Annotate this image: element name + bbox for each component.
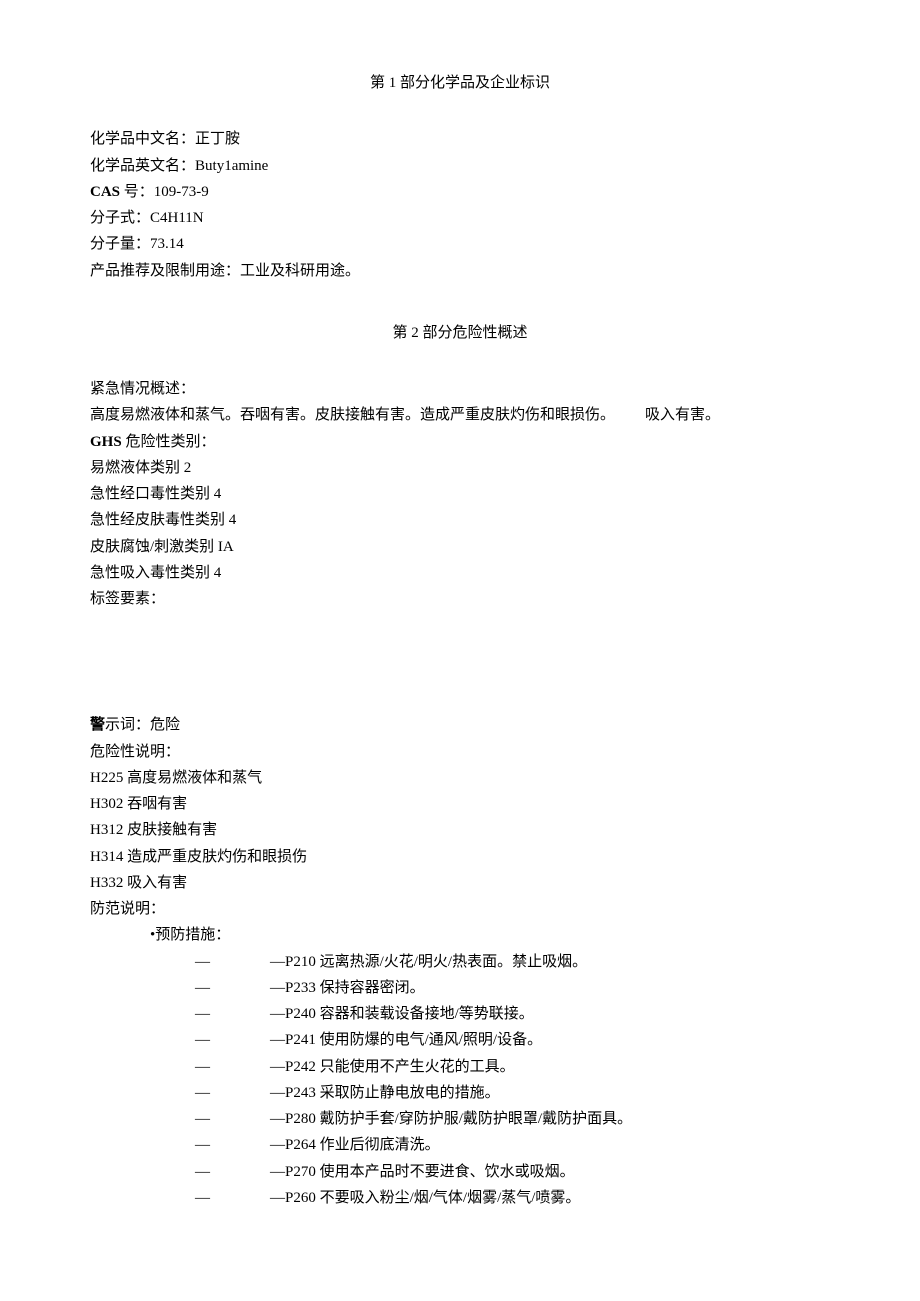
dash-icon: — [195,1001,270,1027]
dash-icon: — [195,1159,270,1185]
prevention-item: ——P241 使用防爆的电气/通风/照明/设备。 [195,1027,830,1053]
prevention-item-text: —P270 使用本产品时不要进食、饮水或吸烟。 [270,1164,575,1180]
field-name-cn-value: 正丁胺 [195,131,240,147]
dash-icon: — [195,1027,270,1053]
prevention-item-text: —P242 只能使用不产生火花的工具。 [270,1059,515,1075]
prevention-item-text: —P243 采取防止静电放电的措施。 [270,1085,500,1101]
field-formula-label: 分子式： [90,210,150,226]
field-name-en-label: 化学品英文名： [90,158,195,174]
prevention-item: ——P264 作业后彻底清洗。 [195,1132,830,1158]
section-1-title: 第 1 部分化学品及企业标识 [90,70,830,96]
field-cas: CAS 号：109-73-9 [90,179,830,205]
signal-word: 警示词：危险 [90,712,830,738]
hazard-statement-item: H225 高度易燃液体和蒸气 [90,765,830,791]
hazard-statement-item: H314 造成严重皮肤灼伤和眼损伤 [90,844,830,870]
emergency-summary-main: 高度易燃液体和蒸气。吞咽有害。皮肤接触有害。造成严重皮肤灼伤和眼损伤。 [90,402,615,428]
prevention-item: ——P240 容器和装载设备接地/等势联接。 [195,1001,830,1027]
hazard-statement-item: H302 吞咽有害 [90,791,830,817]
prevention-item: ——P260 不要吸入粉尘/烟/气体/烟雾/蒸气/喷雾。 [195,1185,830,1211]
prevention-item: ——P270 使用本产品时不要进食、饮水或吸烟。 [195,1159,830,1185]
field-usage-label: 产品推荐及限制用途： [90,263,240,279]
field-weight-value: 73.14 [150,236,184,252]
prevention-item: ——P243 采取防止静电放电的措施。 [195,1080,830,1106]
field-usage: 产品推荐及限制用途：工业及科研用途。 [90,258,830,284]
ghs-label-rest: 危险性类别： [122,434,216,450]
emergency-summary-extra: 吸入有害。 [645,402,720,428]
prevention-item-text: —P233 保持容器密闭。 [270,980,425,996]
section-2-title: 第 2 部分危险性概述 [90,320,830,346]
ghs-label-bold: GHS [90,434,122,450]
prevention-item: ——P242 只能使用不产生火花的工具。 [195,1054,830,1080]
field-name-en-value: Buty1amine [195,158,268,174]
emergency-summary: 高度易燃液体和蒸气。吞咽有害。皮肤接触有害。造成严重皮肤灼伤和眼损伤。 吸入有害… [90,402,830,428]
prevention-item-text: —P240 容器和装载设备接地/等势联接。 [270,1006,534,1022]
ghs-category-item: 急性吸入毒性类别 4 [90,560,830,586]
field-formula: 分子式：C4H11N [90,205,830,231]
label-elements: 标签要素： [90,586,830,612]
field-usage-value: 工业及科研用途。 [240,263,360,279]
prevention-item-text: —P210 远离热源/火花/明火/热表面。禁止吸烟。 [270,954,587,970]
ghs-category-item: 皮肤腐蚀/刺激类别 IA [90,534,830,560]
ghs-category-item: 急性经皮肤毒性类别 4 [90,507,830,533]
field-cas-label-mid: 号： [120,184,154,200]
hazard-statement-item: H312 皮肤接触有害 [90,817,830,843]
dash-icon: — [195,975,270,1001]
dash-icon: — [195,1185,270,1211]
ghs-category-item: 易燃液体类别 2 [90,455,830,481]
signal-word-rest: 示词：危险 [105,717,180,733]
prevention-item: ——P280 戴防护手套/穿防护服/戴防护眼罩/戴防护面具。 [195,1106,830,1132]
prevention-header: •预防措施： [150,922,830,948]
prevention-header-text: •预防措施： [150,927,230,943]
field-name-cn-label: 化学品中文名： [90,131,195,147]
prevention-item-text: —P280 戴防护手套/穿防护服/戴防护眼罩/戴防护面具。 [270,1111,632,1127]
dash-icon: — [195,1106,270,1132]
field-cas-label-bold: CAS [90,184,120,200]
field-formula-value: C4H11N [150,210,204,226]
field-weight-label: 分子量： [90,236,150,252]
prevention-item-text: —P260 不要吸入粉尘/烟/气体/烟雾/蒸气/喷雾。 [270,1190,580,1206]
ghs-label: GHS 危险性类别： [90,429,830,455]
prevention-item: ——P210 远离热源/火花/明火/热表面。禁止吸烟。 [195,949,830,975]
dash-icon: — [195,1080,270,1106]
ghs-category-item: 急性经口毒性类别 4 [90,481,830,507]
prevention-item-text: —P241 使用防爆的电气/通风/照明/设备。 [270,1032,542,1048]
precaution-label: 防范说明： [90,896,830,922]
signal-word-bold: 警 [90,717,105,733]
hazard-statement-item: H332 吸入有害 [90,870,830,896]
dash-icon: — [195,949,270,975]
hazard-statements-label: 危险性说明： [90,739,830,765]
field-name-cn: 化学品中文名：正丁胺 [90,126,830,152]
pictogram-placeholder [90,612,830,712]
field-cas-value: 109-73-9 [154,184,209,200]
prevention-item-text: —P264 作业后彻底清洗。 [270,1137,440,1153]
field-name-en: 化学品英文名：Buty1amine [90,153,830,179]
field-weight: 分子量：73.14 [90,231,830,257]
dash-icon: — [195,1054,270,1080]
prevention-item: ——P233 保持容器密闭。 [195,975,830,1001]
dash-icon: — [195,1132,270,1158]
emergency-label: 紧急情况概述： [90,376,830,402]
